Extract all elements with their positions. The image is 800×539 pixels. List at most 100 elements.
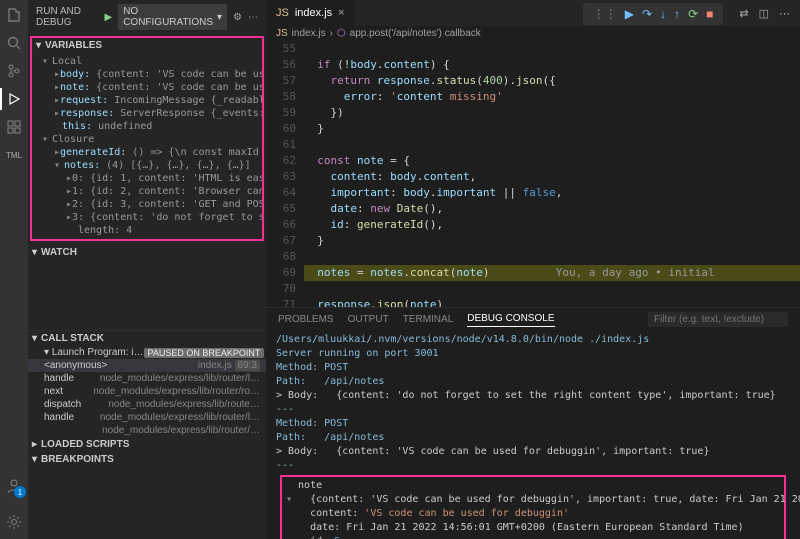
- var-row[interactable]: ▸1: {id: 2, content: 'Browser can execut…: [32, 185, 262, 198]
- scope-closure[interactable]: ▾ Closure: [32, 133, 262, 146]
- chevron-down-icon: ▾: [36, 40, 41, 51]
- var-row[interactable]: ▸0: {id: 1, content: 'HTML is easy', dat…: [32, 172, 262, 185]
- console-line: Server running on port 3001: [276, 347, 790, 361]
- step-into-icon[interactable]: ↓: [660, 7, 666, 21]
- continue-icon[interactable]: ▶: [625, 7, 634, 21]
- sidebar-header: RUN AND DEBUG ▶ No Configurations ▾ ⚙ ⋯: [28, 0, 266, 34]
- debug-config-select[interactable]: No Configurations ▾: [118, 4, 227, 30]
- console-object-row[interactable]: ▾ {content: 'VS code can be used for deb…: [286, 493, 780, 507]
- loaded-scripts-section[interactable]: ▸ LOADED SCRIPTS: [28, 437, 266, 452]
- var-row[interactable]: ▸2: {id: 3, content: 'GET and POST are t…: [32, 198, 262, 211]
- debug-toolbar: ⋮⋮ ▶ ↷ ↓ ↑ ⟳ ■: [583, 3, 724, 25]
- search-icon[interactable]: [5, 34, 23, 52]
- run-debug-title: RUN AND DEBUG: [36, 6, 98, 28]
- settings-gear-icon[interactable]: [5, 513, 23, 531]
- explorer-icon[interactable]: [5, 6, 23, 24]
- tab-terminal[interactable]: TERMINAL: [403, 314, 454, 325]
- console-line: Method: POST: [276, 417, 790, 431]
- variables-section[interactable]: ▾ VARIABLES: [32, 38, 262, 53]
- chevron-down-icon: ▾: [32, 454, 37, 465]
- run-debug-icon[interactable]: [5, 90, 23, 108]
- tab-bar: JS index.js × ⋮⋮ ▶ ↷ ↓ ↑ ⟳ ■ ⇄ ◫ ⋯: [266, 0, 800, 26]
- extensions-icon[interactable]: [5, 118, 23, 136]
- paused-badge: PAUSED ON BREAKPOINT: [144, 348, 265, 358]
- console-prop[interactable]: date: Fri Jan 21 2022 14:56:01 GMT+0200 …: [286, 521, 780, 535]
- console-prop[interactable]: content: 'VS code can be used for debugg…: [286, 507, 780, 521]
- filter-input[interactable]: [648, 312, 788, 327]
- callstack-thread[interactable]: ▾ Launch Program: i… PAUSED ON BREAKPOIN…: [28, 346, 266, 359]
- var-row[interactable]: ▸note: {content: 'VS code can be used fo…: [32, 81, 262, 94]
- close-icon[interactable]: ×: [338, 7, 344, 19]
- step-over-icon[interactable]: ↷: [642, 7, 652, 21]
- var-row[interactable]: ▸response: ServerResponse {_events: {…},…: [32, 107, 262, 120]
- console-line: ---: [276, 459, 790, 473]
- source-control-icon[interactable]: [5, 62, 23, 80]
- var-row-notes[interactable]: ▾notes: (4) [{…}, {…}, {…}, {…}]: [32, 159, 262, 172]
- callstack-frame[interactable]: dispatchnode_modules/express/lib/route…: [28, 398, 266, 411]
- editor-group: JS index.js × ⋮⋮ ▶ ↷ ↓ ↑ ⟳ ■ ⇄ ◫ ⋯ JS in…: [266, 0, 800, 539]
- chevron-down-icon: ▾: [44, 347, 49, 358]
- console-line: note: [286, 479, 780, 493]
- tab-problems[interactable]: PROBLEMS: [278, 314, 334, 325]
- code-editor[interactable]: 555657585960616263646566676869707172 if …: [266, 41, 800, 307]
- var-row[interactable]: ▸body: {content: 'VS code can be used fo…: [32, 68, 262, 81]
- bottom-panel: PROBLEMS OUTPUT TERMINAL DEBUG CONSOLE /…: [266, 307, 800, 539]
- callstack-section[interactable]: ▾ CALL STACK: [28, 331, 266, 346]
- start-debug-play-icon[interactable]: ▶: [104, 12, 112, 23]
- chevron-down-icon: ▾: [42, 56, 52, 67]
- editor-actions: ⇄ ◫ ⋯: [729, 7, 800, 20]
- console-line: ---: [276, 403, 790, 417]
- more-icon[interactable]: ⋯: [779, 7, 790, 20]
- chevron-right-icon: ▸: [32, 439, 37, 450]
- js-file-icon: JS: [276, 28, 288, 39]
- callstack-frame[interactable]: handlenode_modules/express/lib/router/l…: [28, 411, 266, 424]
- console-line: Method: POST: [276, 361, 790, 375]
- tab-output[interactable]: OUTPUT: [348, 314, 389, 325]
- callstack-frame[interactable]: handlenode_modules/express/lib/router/l…: [28, 372, 266, 385]
- var-row[interactable]: length: 4: [32, 224, 262, 237]
- console-line[interactable]: > Body: {content: 'VS code can be used f…: [276, 445, 790, 459]
- debug-settings-gear-icon[interactable]: ⚙: [233, 12, 242, 23]
- callstack-frame[interactable]: <anonymous>index.js 69:3: [28, 359, 266, 372]
- chevron-down-icon: ▾: [54, 160, 64, 171]
- console-highlight-box: note ▾ {content: 'VS code can be used fo…: [280, 475, 786, 539]
- debug-console[interactable]: /Users/mluukkai/.nvm/versions/node/v14.8…: [266, 331, 800, 539]
- variables-tree: ▾ Local ▸body: {content: 'VS code can be…: [32, 53, 262, 239]
- panel-tabs: PROBLEMS OUTPUT TERMINAL DEBUG CONSOLE: [266, 308, 800, 331]
- debug-sidebar: RUN AND DEBUG ▶ No Configurations ▾ ⚙ ⋯ …: [28, 0, 266, 539]
- tml-icon[interactable]: TML: [5, 146, 23, 164]
- split-icon[interactable]: ◫: [759, 7, 769, 20]
- watch-section[interactable]: ▾ WATCH: [28, 245, 266, 260]
- chevron-down-icon: ▾: [217, 12, 222, 23]
- code-content[interactable]: if (!body.content) { return response.sta…: [304, 41, 800, 307]
- callstack-frame[interactable]: nextnode_modules/express/lib/router/ro…: [28, 385, 266, 398]
- js-file-icon: JS: [276, 7, 289, 19]
- console-line: Path: /api/notes: [276, 431, 790, 445]
- chevron-down-icon: ▾: [32, 247, 37, 258]
- accounts-icon[interactable]: 1: [5, 477, 23, 495]
- tab-index-js[interactable]: JS index.js ×: [266, 0, 356, 26]
- drag-handle-icon[interactable]: ⋮⋮: [593, 7, 617, 21]
- scope-local[interactable]: ▾ Local: [32, 55, 262, 68]
- breakpoints-section[interactable]: ▾ BREAKPOINTS: [28, 452, 266, 467]
- compare-icon[interactable]: ⇄: [739, 7, 748, 20]
- var-row[interactable]: this: undefined: [32, 120, 262, 133]
- console-line: Path: /api/notes: [276, 375, 790, 389]
- console-line[interactable]: > Body: {content: 'do not forget to set …: [276, 389, 790, 403]
- step-out-icon[interactable]: ↑: [674, 7, 680, 21]
- var-row[interactable]: ▸generateId: () => {\n const maxId = not…: [32, 146, 262, 159]
- breadcrumb[interactable]: JS index.js › ⬡ app.post('/api/notes') c…: [266, 26, 800, 41]
- accounts-badge: 1: [14, 486, 26, 498]
- stop-icon[interactable]: ■: [706, 7, 713, 21]
- var-row[interactable]: ▸3: {content: 'do not forget to set the …: [32, 211, 262, 224]
- activity-bar: TML 1: [0, 0, 28, 539]
- more-icon[interactable]: ⋯: [248, 12, 258, 23]
- chevron-down-icon: ▾: [42, 134, 52, 145]
- callstack-frame[interactable]: node_modules/express/lib/router/…: [28, 424, 266, 437]
- chevron-down-icon: ▾: [32, 333, 37, 344]
- restart-icon[interactable]: ⟳: [688, 7, 698, 21]
- console-line: /Users/mluukkai/.nvm/versions/node/v14.8…: [276, 333, 790, 347]
- var-row[interactable]: ▸request: IncomingMessage {_readableStat…: [32, 94, 262, 107]
- tab-debug-console[interactable]: DEBUG CONSOLE: [467, 313, 554, 327]
- console-prop[interactable]: id: 5: [286, 535, 780, 539]
